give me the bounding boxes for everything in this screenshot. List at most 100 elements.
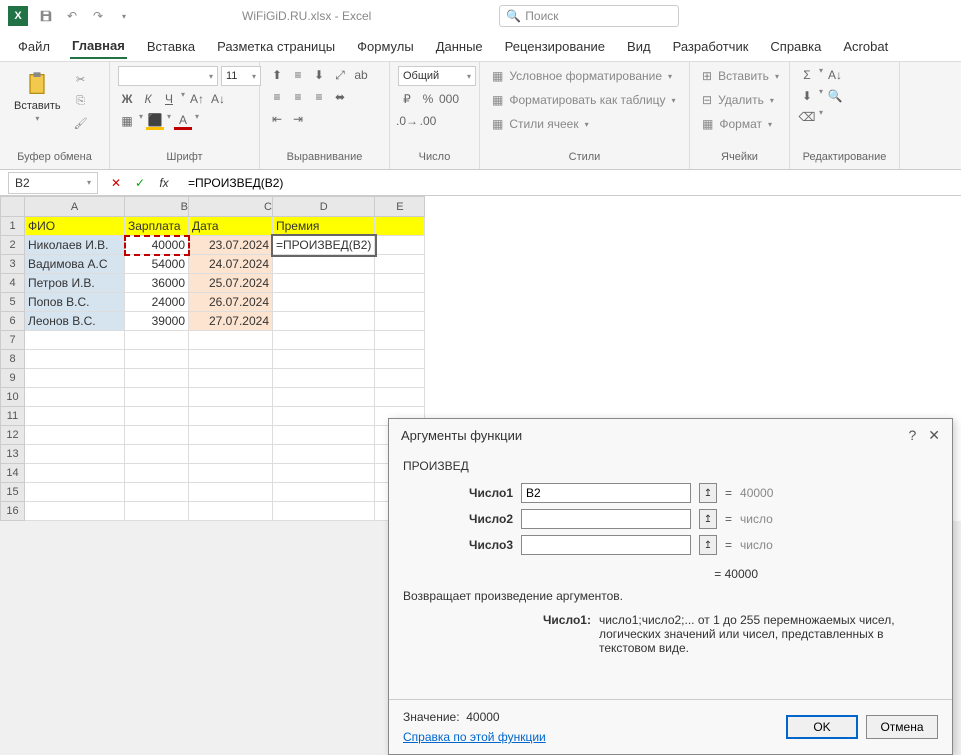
row-header[interactable]: 8 <box>1 350 25 369</box>
cell[interactable] <box>189 350 273 369</box>
column-header[interactable]: D <box>273 197 375 217</box>
row-header[interactable]: 3 <box>1 255 25 274</box>
close-icon[interactable]: ✕ <box>928 427 940 444</box>
fill-color-button[interactable]: ⬛ <box>146 112 164 130</box>
dialog-titlebar[interactable]: Аргументы функции ? ✕ <box>389 419 952 451</box>
increase-decimal-icon[interactable]: .0→ <box>398 112 416 130</box>
row-header[interactable]: 1 <box>1 217 25 236</box>
cell[interactable]: 54000 <box>125 255 189 274</box>
row-header[interactable]: 5 <box>1 293 25 312</box>
cell[interactable] <box>273 350 375 369</box>
delete-cells-button[interactable]: ⊟Удалить▾ <box>698 90 778 110</box>
cut-icon[interactable]: ✂ <box>71 70 91 88</box>
cell[interactable] <box>375 369 425 388</box>
formula-input[interactable] <box>182 172 961 194</box>
row-header[interactable]: 4 <box>1 274 25 293</box>
cell[interactable]: 36000 <box>125 274 189 293</box>
cell[interactable] <box>375 350 425 369</box>
autosum-icon[interactable]: Σ <box>798 66 816 84</box>
cell[interactable] <box>25 502 125 521</box>
font-size-combo[interactable]: 11▾ <box>221 66 261 86</box>
cell[interactable] <box>125 331 189 350</box>
paste-button[interactable]: Вставить ▾ <box>8 66 67 127</box>
cell[interactable] <box>125 445 189 464</box>
qat-dropdown-icon[interactable]: ▾ <box>114 6 134 26</box>
cell[interactable] <box>25 388 125 407</box>
menu-formulas[interactable]: Формулы <box>355 35 416 58</box>
align-bottom-icon[interactable]: ⬇ <box>310 66 328 84</box>
cell[interactable] <box>375 255 425 274</box>
cell[interactable]: Зарплата <box>125 217 189 236</box>
row-header[interactable]: 2 <box>1 236 25 255</box>
align-top-icon[interactable]: ⬆ <box>268 66 286 84</box>
find-icon[interactable]: 🔍 <box>826 87 844 105</box>
clear-icon[interactable]: ⌫ <box>798 108 816 126</box>
cell[interactable]: 24000 <box>125 293 189 312</box>
arg-input-3[interactable] <box>521 535 691 555</box>
cell[interactable]: 27.07.2024 <box>189 312 273 331</box>
cell[interactable] <box>125 502 189 521</box>
cell[interactable]: 24.07.2024 <box>189 255 273 274</box>
cell[interactable] <box>273 407 375 426</box>
column-header[interactable]: A <box>25 197 125 217</box>
cell[interactable]: 25.07.2024 <box>189 274 273 293</box>
cell[interactable] <box>375 236 425 255</box>
italic-button[interactable]: К <box>139 90 157 108</box>
cell[interactable] <box>273 369 375 388</box>
copy-icon[interactable]: ⎘ <box>71 92 91 110</box>
menu-file[interactable]: Файл <box>16 35 52 58</box>
cell[interactable] <box>375 312 425 331</box>
cell-styles-button[interactable]: ▦Стили ячеек▾ <box>488 114 593 134</box>
cell[interactable] <box>25 445 125 464</box>
chevron-down-icon[interactable]: ▾ <box>819 108 823 126</box>
insert-function-icon[interactable]: fx <box>154 172 174 194</box>
cell[interactable] <box>25 350 125 369</box>
cell[interactable] <box>273 274 375 293</box>
decrease-indent-icon[interactable]: ⇤ <box>268 110 286 128</box>
arg-input-1[interactable] <box>521 483 691 503</box>
row-header[interactable]: 6 <box>1 312 25 331</box>
font-color-button[interactable]: A <box>174 112 192 130</box>
select-all-cell[interactable] <box>1 197 25 217</box>
percent-icon[interactable]: % <box>419 90 437 108</box>
chevron-down-icon[interactable]: ▾ <box>819 66 823 84</box>
fill-icon[interactable]: ⬇ <box>798 87 816 105</box>
cell[interactable]: Премия <box>273 217 375 236</box>
menu-help[interactable]: Справка <box>768 35 823 58</box>
spreadsheet-grid[interactable]: A B C D E 1 ФИО Зарплата Дата Премия 2 Н… <box>0 196 425 521</box>
chevron-down-icon[interactable]: ▾ <box>819 87 823 105</box>
cell[interactable] <box>273 502 375 521</box>
format-as-table-button[interactable]: ▦Форматировать как таблицу▾ <box>488 90 680 110</box>
currency-icon[interactable]: ₽ <box>398 90 416 108</box>
cell[interactable] <box>375 388 425 407</box>
cell[interactable] <box>25 483 125 502</box>
cell[interactable] <box>125 483 189 502</box>
menu-review[interactable]: Рецензирование <box>503 35 607 58</box>
format-cells-button[interactable]: ▦Формат▾ <box>698 114 776 134</box>
cell[interactable] <box>273 255 375 274</box>
wrap-text-icon[interactable]: ab <box>352 66 370 84</box>
cancel-button[interactable]: Отмена <box>866 715 938 739</box>
cell[interactable] <box>189 407 273 426</box>
chevron-down-icon[interactable]: ▾ <box>167 112 171 130</box>
row-header[interactable]: 16 <box>1 502 25 521</box>
bold-button[interactable]: Ж <box>118 90 136 108</box>
cell[interactable] <box>125 464 189 483</box>
increase-font-icon[interactable]: A↑ <box>188 90 206 108</box>
cell[interactable] <box>189 483 273 502</box>
menu-home[interactable]: Главная <box>70 34 127 59</box>
cell[interactable] <box>125 350 189 369</box>
row-header[interactable]: 11 <box>1 407 25 426</box>
row-header[interactable]: 15 <box>1 483 25 502</box>
menu-acrobat[interactable]: Acrobat <box>841 35 890 58</box>
font-name-combo[interactable]: ▾ <box>118 66 218 86</box>
undo-icon[interactable]: ↶ <box>62 6 82 26</box>
sort-filter-icon[interactable]: A↓ <box>826 66 844 84</box>
help-icon[interactable]: ? <box>908 427 916 444</box>
cell[interactable] <box>125 426 189 445</box>
decrease-font-icon[interactable]: A↓ <box>209 90 227 108</box>
row-header[interactable]: 9 <box>1 369 25 388</box>
cell[interactable] <box>25 369 125 388</box>
accept-formula-icon[interactable]: ✓ <box>130 172 150 194</box>
conditional-formatting-button[interactable]: ▦Условное форматирование▾ <box>488 66 676 86</box>
